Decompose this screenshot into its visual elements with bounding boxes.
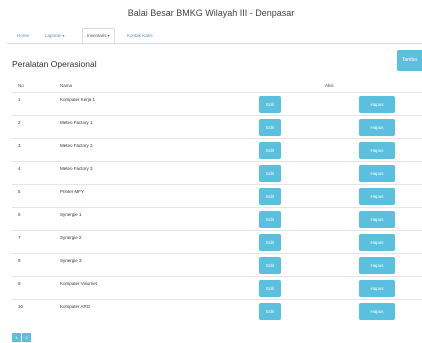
nav-laporan-dropdown[interactable]: Laporan▾ [41,28,69,43]
edit-button[interactable]: Edit [259,188,281,205]
edit-button[interactable]: Edit [259,257,281,274]
delete-button[interactable]: Hapus [359,188,395,205]
nav-kontak[interactable]: Kontak Kami [123,28,157,43]
row-number: 4 [18,166,21,171]
delete-button[interactable]: Hapus [359,96,395,113]
row-name: Printer MFY [60,189,85,194]
table-row: 7 Synergie 2 Edit Hapus [12,230,422,252]
delete-button[interactable]: Hapus [359,142,395,159]
delete-button[interactable]: Hapus [359,119,395,136]
nav-home[interactable]: Home [13,28,33,43]
caret-down-icon: ▾ [107,33,110,38]
edit-button[interactable]: Edit [259,142,281,159]
nav-inventaris-dropdown[interactable]: Inventaris▾ [82,28,115,43]
row-number: 3 [18,143,21,148]
pagination: 1 2 [12,333,31,342]
delete-button[interactable]: Hapus [359,165,395,182]
nav-kontak-label: Kontak Kami [127,33,153,38]
table-row: 6 Synergie 1 Edit Hapus [12,207,422,229]
column-header-aksi: Aksi [325,83,334,88]
delete-button[interactable]: Hapus [359,280,395,297]
row-number: 8 [18,258,21,263]
edit-button[interactable]: Edit [259,119,281,136]
delete-button[interactable]: Hapus [359,234,395,251]
delete-button[interactable]: Hapus [359,211,395,228]
table-row: 8 Synergie 3 Edit Hapus [12,253,422,275]
column-header-no: No [18,83,24,88]
page-button-2[interactable]: 2 [22,333,31,342]
row-number: 6 [18,212,21,217]
column-header-nama: Nama [60,83,73,88]
caret-down-icon: ▾ [62,33,65,38]
row-name: Meteo Factory 3 [60,166,93,171]
row-number: 2 [18,120,21,125]
table-row: 4 Meteo Factory 3 Edit Hapus [12,161,422,183]
delete-button[interactable]: Hapus [359,303,395,320]
delete-button[interactable]: Hapus [359,257,395,274]
page-heading: Peralatan Operasional [12,59,97,69]
edit-button[interactable]: Edit [259,234,281,251]
row-name: Synergie 2 [60,235,82,240]
table-row: 5 Printer MFY Edit Hapus [12,184,422,206]
row-name: Synergie 3 [60,258,82,263]
table-row: 3 Meteo Factory 2 Edit Hapus [12,138,422,160]
nav-home-label: Home [17,33,30,38]
edit-button[interactable]: Edit [259,303,281,320]
row-number: 1 [18,97,21,102]
nav-laporan-label: Laporan [45,33,62,38]
row-number: 9 [18,281,21,286]
add-button[interactable]: Tamba [397,50,422,71]
page-button-1[interactable]: 1 [12,333,21,342]
row-name: Synergie 1 [60,212,82,217]
edit-button[interactable]: Edit [259,165,281,182]
site-title: Balai Besar BMKG Wilayah III - Denpasar [127,8,295,18]
row-name: Meteo Factory 2 [60,143,93,148]
table-row: 10 Komputer ARG Edit Hapus [12,299,422,321]
table-row: 9 Komputer Visumet Edit Hapus [12,276,422,298]
table-row: 2 Meteo Factory 1 Edit Hapus [12,115,422,137]
edit-button[interactable]: Edit [259,280,281,297]
row-number: 10 [18,304,24,309]
row-number: 7 [18,235,21,240]
nav-inventaris-label: Inventaris [87,33,107,38]
row-name: Meteo Factory 1 [60,120,93,125]
table-row: 1 Komputer Kerja 1 Edit Hapus [12,92,422,114]
main-navbar: Home Laporan▾ Inventaris▾ Kontak Kami [7,24,422,44]
row-number: 5 [18,189,21,194]
row-name: Komputer Kerja 1 [60,97,96,102]
edit-button[interactable]: Edit [259,96,281,113]
row-name: Komputer Visumet [60,281,97,286]
edit-button[interactable]: Edit [259,211,281,228]
row-name: Komputer ARG [60,304,91,309]
